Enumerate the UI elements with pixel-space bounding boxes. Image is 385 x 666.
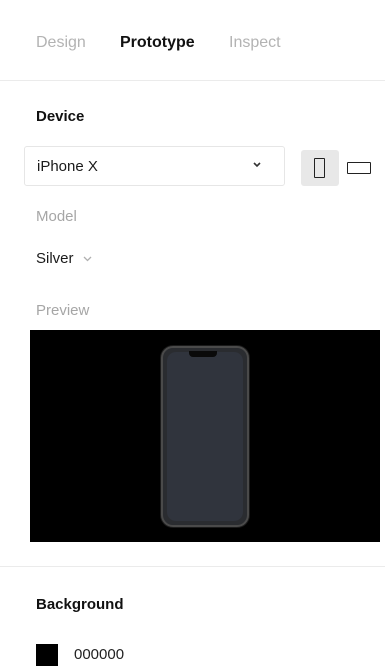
- chevron-down-icon: [253, 162, 261, 168]
- device-section-title: Device: [36, 108, 85, 125]
- preview-label: Preview: [36, 302, 90, 319]
- device-dropdown[interactable]: iPhone X: [24, 146, 285, 186]
- background-color-hex[interactable]: 000000: [74, 646, 124, 663]
- iphone-x-mockup: [161, 346, 249, 527]
- landscape-orientation-icon: [347, 162, 371, 174]
- landscape-orientation-button[interactable]: [344, 150, 374, 186]
- section-divider: [0, 566, 385, 567]
- phone-screen: [167, 352, 243, 521]
- model-dropdown[interactable]: Silver: [36, 250, 92, 274]
- device-dropdown-value: iPhone X: [37, 158, 98, 175]
- tab-prototype[interactable]: Prototype: [120, 34, 195, 52]
- chevron-down-icon: [83, 256, 92, 262]
- background-color-swatch[interactable]: [36, 644, 58, 666]
- model-dropdown-value: Silver: [36, 250, 74, 267]
- model-label: Model: [36, 208, 77, 225]
- tab-inspect[interactable]: Inspect: [229, 34, 281, 52]
- portrait-orientation-button[interactable]: [301, 150, 339, 186]
- device-preview: [30, 330, 380, 542]
- tab-design[interactable]: Design: [36, 34, 86, 52]
- portrait-orientation-icon: [314, 158, 325, 178]
- panel-tabs: Design Prototype Inspect: [0, 0, 385, 81]
- background-section-title: Background: [36, 596, 124, 613]
- phone-notch: [189, 351, 217, 357]
